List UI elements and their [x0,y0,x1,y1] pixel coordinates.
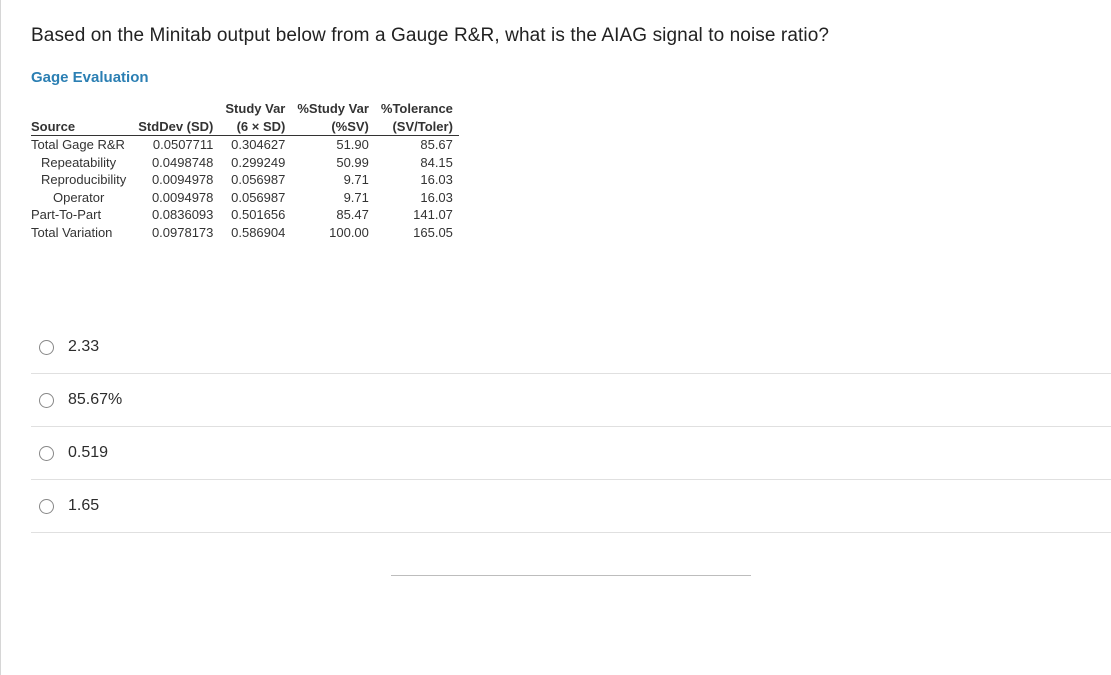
col-sd: StdDev (SD) [132,118,219,136]
radio-icon[interactable] [39,446,54,461]
cell-source: Total Gage R&R [31,136,132,154]
col-top-studyvar: Study Var [219,100,291,118]
col-top-pctstudyvar: %Study Var [291,100,375,118]
cell-svtoler: 16.03 [375,189,459,207]
cell-sd: 0.0498748 [132,154,219,172]
question-block: Based on the Minitab output below from a… [0,0,1111,675]
cell-sixsd: 0.501656 [219,206,291,224]
table-row: Total Variation0.09781730.586904100.0016… [31,224,459,242]
col-svtoler: (SV/Toler) [375,118,459,136]
cell-sd: 0.0094978 [132,189,219,207]
cell-svtoler: 141.07 [375,206,459,224]
cell-pctsv: 85.47 [291,206,375,224]
cell-svtoler: 85.67 [375,136,459,154]
choice-label: 2.33 [68,338,99,356]
cell-sixsd: 0.056987 [219,171,291,189]
cell-sixsd: 0.299249 [219,154,291,172]
cell-source: Reproducibility [31,171,132,189]
answer-choice[interactable]: 2.33 [31,321,1111,374]
col-pctsv: (%SV) [291,118,375,136]
footer-rule [391,575,751,576]
cell-sd: 0.0978173 [132,224,219,242]
minitab-output: Study Var %Study Var %Tolerance Source S… [31,100,1111,241]
answer-choices: 2.33 85.67% 0.519 1.65 [31,321,1111,533]
table-row: Repeatability0.04987480.29924950.9984.15 [31,154,459,172]
cell-sd: 0.0507711 [132,136,219,154]
col-top-pcttol: %Tolerance [375,100,459,118]
answer-choice[interactable]: 0.519 [31,427,1111,480]
gage-table: Study Var %Study Var %Tolerance Source S… [31,100,459,241]
cell-svtoler: 16.03 [375,171,459,189]
col-source: Source [31,118,132,136]
cell-sd: 0.0094978 [132,171,219,189]
table-row: Part-To-Part0.08360930.50165685.47141.07 [31,206,459,224]
radio-icon[interactable] [39,499,54,514]
cell-pctsv: 100.00 [291,224,375,242]
table-row: Reproducibility0.00949780.0569879.7116.0… [31,171,459,189]
gage-tbody: Total Gage R&R0.05077110.30462751.9085.6… [31,136,459,242]
table-row: Operator0.00949780.0569879.7116.03 [31,189,459,207]
cell-source: Total Variation [31,224,132,242]
cell-pctsv: 9.71 [291,189,375,207]
cell-pctsv: 51.90 [291,136,375,154]
choice-label: 1.65 [68,497,99,515]
cell-source: Operator [31,189,132,207]
radio-icon[interactable] [39,393,54,408]
answer-choice[interactable]: 85.67% [31,374,1111,427]
cell-sixsd: 0.586904 [219,224,291,242]
radio-icon[interactable] [39,340,54,355]
section-title: Gage Evaluation [31,69,1111,86]
cell-sixsd: 0.304627 [219,136,291,154]
col-sixsd: (6 × SD) [219,118,291,136]
cell-svtoler: 84.15 [375,154,459,172]
answer-choice[interactable]: 1.65 [31,480,1111,533]
cell-pctsv: 50.99 [291,154,375,172]
table-row: Total Gage R&R0.05077110.30462751.9085.6… [31,136,459,154]
cell-pctsv: 9.71 [291,171,375,189]
cell-svtoler: 165.05 [375,224,459,242]
cell-sixsd: 0.056987 [219,189,291,207]
cell-source: Part-To-Part [31,206,132,224]
cell-sd: 0.0836093 [132,206,219,224]
cell-source: Repeatability [31,154,132,172]
choice-label: 85.67% [68,391,122,409]
choice-label: 0.519 [68,444,108,462]
question-text: Based on the Minitab output below from a… [31,25,1111,47]
